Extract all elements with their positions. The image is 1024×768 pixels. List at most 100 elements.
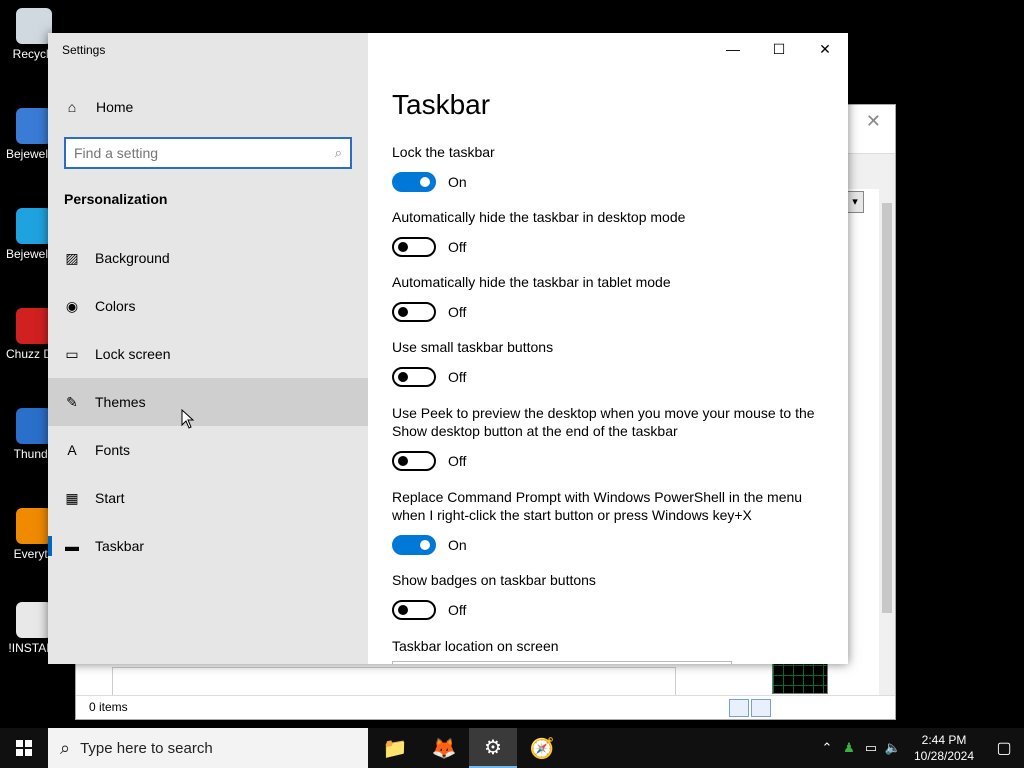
bejeweled-2-icon xyxy=(16,208,52,244)
notification-icon[interactable]: ▢ xyxy=(984,738,1024,758)
thunderbird-icon xyxy=(16,408,52,444)
sidebar-item-label: Lock screen xyxy=(95,346,171,362)
sidebar-item-label: Colors xyxy=(95,298,136,314)
main-content: Taskbar Lock the taskbar On Automatically … xyxy=(392,33,832,664)
option-label: Taskbar location on screen xyxy=(392,638,559,654)
search-icon[interactable]: ⌕ xyxy=(335,145,342,161)
toggle-setting: Lock the taskbar On xyxy=(392,143,832,192)
option-label: Lock the taskbar xyxy=(392,144,495,160)
option-label: Use Peek to preview the desktop when you… xyxy=(392,405,815,439)
sidebar-item-fonts[interactable]: A Fonts xyxy=(48,426,368,474)
toggle-switch[interactable] xyxy=(392,237,436,257)
sidebar-item-label: Start xyxy=(95,490,125,506)
toggle-state: On xyxy=(448,537,467,553)
taskbar-icon: ▬ xyxy=(65,538,79,554)
system-tray: ⌃ ♟ ▭ 🔈 2:44 PM 10/28/2024 ▢ xyxy=(816,728,1024,768)
sidebar-item-label: Themes xyxy=(95,394,146,410)
toggle-switch[interactable] xyxy=(392,302,436,322)
status-text: 0 items xyxy=(89,700,128,714)
option-label: Replace Command Prompt with Windows Powe… xyxy=(392,489,803,523)
taskbar-location-setting: Taskbar location on screen xyxy=(392,637,832,655)
search-input[interactable] xyxy=(74,145,335,161)
sidebar-item-colors[interactable]: ◉ Colors xyxy=(48,282,368,330)
toggle-state: Off xyxy=(448,602,467,618)
lock-screen-icon: ▭ xyxy=(65,345,79,362)
network-icon[interactable]: ▭ xyxy=(860,740,882,756)
home-label: Home xyxy=(96,99,134,115)
sidebar-item-background[interactable]: ▨ Background xyxy=(48,234,368,282)
search-icon: ⌕ xyxy=(60,737,71,758)
option-label: Automatically hide the taskbar in tablet… xyxy=(392,274,671,290)
details-view-icon[interactable] xyxy=(729,699,749,717)
clock[interactable]: 2:44 PM 10/28/2024 xyxy=(904,732,984,764)
start-button[interactable] xyxy=(0,728,48,768)
people-icon[interactable]: ♟ xyxy=(838,740,860,756)
sidebar-item-label: Fonts xyxy=(95,442,131,458)
sidebar-item-lock-screen[interactable]: ▭ Lock screen xyxy=(48,330,368,378)
recycle-bin-icon xyxy=(16,8,52,44)
toggle-setting: Automatically hide the taskbar in tablet… xyxy=(392,273,832,322)
windows-logo-icon xyxy=(16,740,32,756)
toggle-setting: Replace Command Prompt with Windows Powe… xyxy=(392,488,832,555)
section-title: Personalization xyxy=(64,191,168,207)
firefox-icon[interactable]: 🦊 xyxy=(420,728,468,768)
clock-time: 2:44 PM xyxy=(921,733,967,747)
sidebar-item-label: Taskbar xyxy=(95,538,145,554)
scrollbar[interactable] xyxy=(879,189,895,699)
toggle-switch[interactable] xyxy=(392,451,436,471)
toggle-state: Off xyxy=(448,304,467,320)
palette-icon: ◉ xyxy=(65,297,79,314)
taskbar: ⌕ Type here to search 📁 🦊 ⚙ 🧭 ⌃ ♟ ▭ 🔈 2:44 … xyxy=(0,728,1024,768)
home-icon: ⌂ xyxy=(67,99,77,115)
chevron-up-icon[interactable]: ⌃ xyxy=(816,740,838,756)
dropdown-button[interactable]: ▾ xyxy=(846,191,864,213)
picture-icon: ▨ xyxy=(65,249,79,266)
toggle-row: Off xyxy=(392,600,832,620)
text-file-icon xyxy=(16,602,52,638)
large-icons-view-icon[interactable] xyxy=(751,699,771,717)
taskbar-search-placeholder: Type here to search xyxy=(80,739,213,757)
page-title: Taskbar xyxy=(392,89,491,120)
start-icon: ▦ xyxy=(65,489,79,506)
sidebar-item-taskbar[interactable]: ▬ Taskbar xyxy=(48,522,368,570)
toggle-switch[interactable] xyxy=(392,172,436,192)
themes-icon: ✎ xyxy=(66,393,78,410)
toggle-state: Off xyxy=(448,239,467,255)
window-title: Settings xyxy=(62,43,106,57)
settings-gear-icon[interactable]: ⚙ xyxy=(469,728,517,768)
volume-icon[interactable]: 🔈 xyxy=(882,740,904,756)
toggle-row: Off xyxy=(392,302,832,322)
sidebar-item-start[interactable]: ▦ Start xyxy=(48,474,368,522)
toggle-row: Off xyxy=(392,237,832,257)
fonts-icon: A xyxy=(67,442,77,458)
toggle-state: On xyxy=(448,174,467,190)
toggle-row: On xyxy=(392,535,832,555)
scrollbar-thumb[interactable] xyxy=(882,203,892,613)
sidebar: Settings ⌂ Home ⌕ Personalization ▨ Backg… xyxy=(48,33,368,664)
bejeweled-icon xyxy=(16,108,52,144)
toggle-switch[interactable] xyxy=(392,367,436,387)
toggle-setting: Show badges on taskbar buttons Off xyxy=(392,571,832,620)
toggle-setting: Use small taskbar buttons Off xyxy=(392,338,832,387)
toggle-row: Off xyxy=(392,451,832,471)
toggle-setting: Automatically hide the taskbar in deskto… xyxy=(392,208,832,257)
mouse-cursor-icon xyxy=(181,409,195,429)
toggle-row: On xyxy=(392,172,832,192)
status-bar: 0 items xyxy=(76,695,895,719)
taskbar-location-dropdown[interactable] xyxy=(392,661,732,664)
text-box[interactable] xyxy=(112,667,676,697)
toggle-switch[interactable] xyxy=(392,600,436,620)
taskbar-search[interactable]: ⌕ Type here to search xyxy=(48,728,368,768)
file-explorer-icon[interactable]: 📁 xyxy=(371,728,419,768)
home-link[interactable]: ⌂ Home xyxy=(64,97,134,117)
view-buttons xyxy=(729,699,771,717)
settings-search[interactable]: ⌕ xyxy=(64,137,352,169)
close-icon[interactable]: ✕ xyxy=(866,111,881,132)
toggle-switch[interactable] xyxy=(392,535,436,555)
sidebar-item-themes[interactable]: ✎ Themes xyxy=(48,378,368,426)
settings-window: Settings ⌂ Home ⌕ Personalization ▨ Backg… xyxy=(48,33,848,664)
option-label: Use small taskbar buttons xyxy=(392,339,554,355)
toggle-state: Off xyxy=(448,369,467,385)
everything-search-icon xyxy=(16,508,52,544)
compass-app-icon[interactable]: 🧭 xyxy=(518,728,566,768)
